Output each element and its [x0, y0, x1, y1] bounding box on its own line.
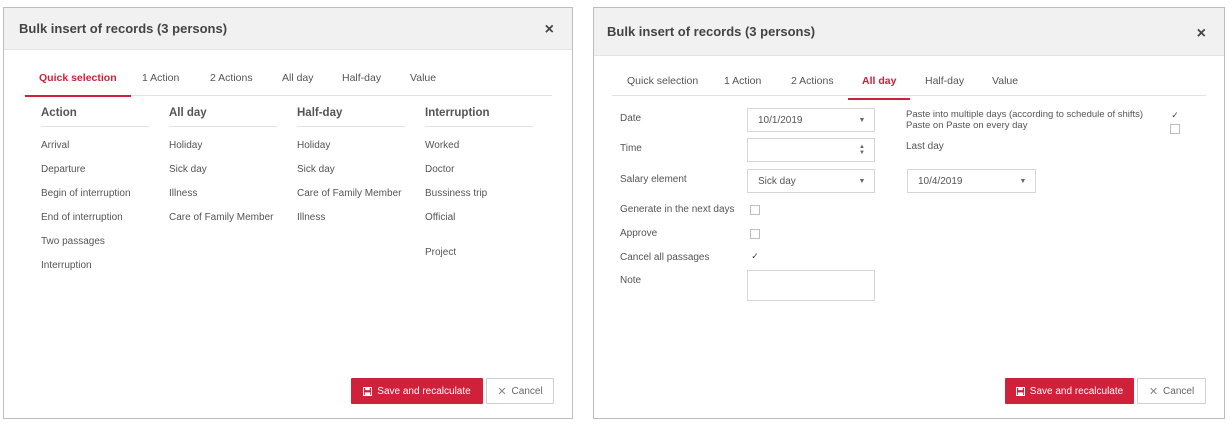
tab-bar: Quick selection 1 Action 2 Actions All d…: [612, 70, 1206, 100]
quick-option-halfday-care-family[interactable]: Care of Family Member: [297, 188, 401, 199]
quick-option-doctor[interactable]: Doctor: [425, 164, 454, 175]
cancel-passages-label: Cancel all passages: [620, 252, 710, 263]
quick-option-allday-care-family[interactable]: Care of Family Member: [169, 212, 273, 223]
dialog-header: Bulk insert of records (3 persons) ×: [594, 8, 1224, 56]
time-label: Time: [620, 143, 642, 154]
tab-quick-selection[interactable]: Quick selection: [627, 75, 698, 95]
quick-option-allday-holiday[interactable]: Holiday: [169, 140, 202, 151]
tab-all-day[interactable]: All day: [282, 72, 314, 92]
quick-option-worked[interactable]: Worked: [425, 140, 459, 151]
cancel-button[interactable]: ✕ Cancel: [486, 378, 554, 404]
salary-element-select[interactable]: Sick day ▼: [747, 169, 875, 193]
quick-option-halfday-illness[interactable]: Illness: [297, 212, 325, 223]
caret-down-icon: ▼: [858, 177, 866, 185]
close-icon[interactable]: ×: [545, 22, 554, 38]
caret-down-icon: ▼: [858, 116, 866, 124]
note-label: Note: [620, 275, 642, 286]
time-spinner[interactable]: ▲ ▼: [747, 138, 875, 162]
bulk-insert-dialog-all-day: Bulk insert of records (3 persons) × Qui…: [593, 7, 1225, 419]
save-recalculate-button[interactable]: Save and recalculate: [1005, 378, 1134, 404]
quick-option-arrival[interactable]: Arrival: [41, 140, 69, 151]
approve-label: Approve: [620, 228, 658, 239]
save-icon: [363, 386, 373, 396]
close-icon[interactable]: ×: [1197, 26, 1206, 42]
column-header-action: Action: [41, 107, 149, 127]
dialog-title: Bulk insert of records (3 persons): [607, 24, 816, 39]
close-x-icon: ✕: [1148, 385, 1159, 398]
tab-1-action[interactable]: 1 Action: [724, 75, 761, 95]
column-header-half-day: Half-day: [297, 107, 405, 127]
last-day-select[interactable]: 10/4/2019 ▼: [907, 169, 1036, 193]
paste-every-day-label: Paste on Paste on every day: [906, 120, 1028, 131]
date-label: Date: [620, 113, 642, 124]
column-header-interruption: Interruption: [425, 107, 533, 127]
last-day-value: 10/4/2019: [918, 175, 963, 187]
tab-bar: Quick selection 1 Action 2 Actions All d…: [24, 70, 552, 97]
cancel-button[interactable]: ✕ Cancel: [1137, 378, 1206, 404]
save-button-label: Save and recalculate: [377, 385, 471, 397]
spinner-icon[interactable]: ▲ ▼: [850, 139, 874, 161]
save-recalculate-button[interactable]: Save and recalculate: [351, 378, 483, 404]
paste-multiple-days-label: Paste into multiple days (according to s…: [906, 109, 1144, 120]
check-icon: ✓: [1171, 110, 1179, 120]
quick-option-halfday-holiday[interactable]: Holiday: [297, 140, 330, 151]
save-button-label: Save and recalculate: [1029, 385, 1124, 397]
bulk-insert-dialog-quick: Bulk insert of records (3 persons) × Qui…: [3, 7, 573, 419]
tab-half-day[interactable]: Half-day: [342, 72, 381, 92]
tab-2-actions[interactable]: 2 Actions: [791, 75, 834, 95]
generate-next-days-checkbox[interactable]: [750, 205, 760, 215]
caret-down-icon: ▼: [1019, 177, 1027, 185]
date-select[interactable]: 10/1/2019 ▼: [747, 108, 875, 132]
cancel-button-label: Cancel: [511, 385, 543, 397]
dialog-title: Bulk insert of records (3 persons): [19, 21, 228, 36]
quick-option-end-interruption[interactable]: End of interruption: [41, 212, 123, 223]
dialog-header: Bulk insert of records (3 persons) ×: [4, 8, 572, 50]
tab-2-actions[interactable]: 2 Actions: [210, 72, 253, 92]
close-x-icon: ✕: [497, 385, 507, 398]
column-header-all-day: All day: [169, 107, 277, 127]
note-input[interactable]: [747, 270, 875, 301]
save-icon: [1015, 386, 1025, 396]
quick-option-two-passages[interactable]: Two passages: [41, 236, 105, 247]
date-value: 10/1/2019: [758, 114, 803, 126]
quick-option-allday-sick-day[interactable]: Sick day: [169, 164, 207, 175]
tab-half-day[interactable]: Half-day: [925, 75, 964, 95]
cancel-button-label: Cancel: [1163, 385, 1195, 397]
quick-option-halfday-sick-day[interactable]: Sick day: [297, 164, 335, 175]
quick-option-begin-interruption[interactable]: Begin of interruption: [41, 188, 131, 199]
tab-1-action[interactable]: 1 Action: [142, 72, 179, 92]
salary-element-label: Salary element: [620, 174, 687, 185]
check-icon: ✓: [751, 251, 759, 261]
tab-all-day[interactable]: All day: [847, 75, 912, 100]
paste-every-day-checkbox[interactable]: [1170, 124, 1180, 134]
paste-multiple-days-checkbox[interactable]: ✓: [1170, 111, 1180, 121]
tab-value[interactable]: Value: [992, 75, 1018, 95]
quick-option-official[interactable]: Official: [425, 212, 455, 223]
quick-option-project[interactable]: Project: [425, 247, 456, 258]
tab-value[interactable]: Value: [410, 72, 436, 92]
quick-option-departure[interactable]: Departure: [41, 164, 85, 175]
last-day-label: Last day: [906, 141, 944, 152]
salary-element-value: Sick day: [758, 175, 796, 187]
quick-option-business-trip[interactable]: Bussiness trip: [425, 188, 487, 199]
quick-option-interruption[interactable]: Interruption: [41, 260, 92, 271]
quick-option-allday-illness[interactable]: Illness: [169, 188, 197, 199]
cancel-passages-checkbox[interactable]: ✓: [750, 252, 760, 262]
tab-quick-selection[interactable]: Quick selection: [25, 72, 131, 97]
generate-next-days-label: Generate in the next days: [620, 204, 735, 215]
approve-checkbox[interactable]: [750, 229, 760, 239]
